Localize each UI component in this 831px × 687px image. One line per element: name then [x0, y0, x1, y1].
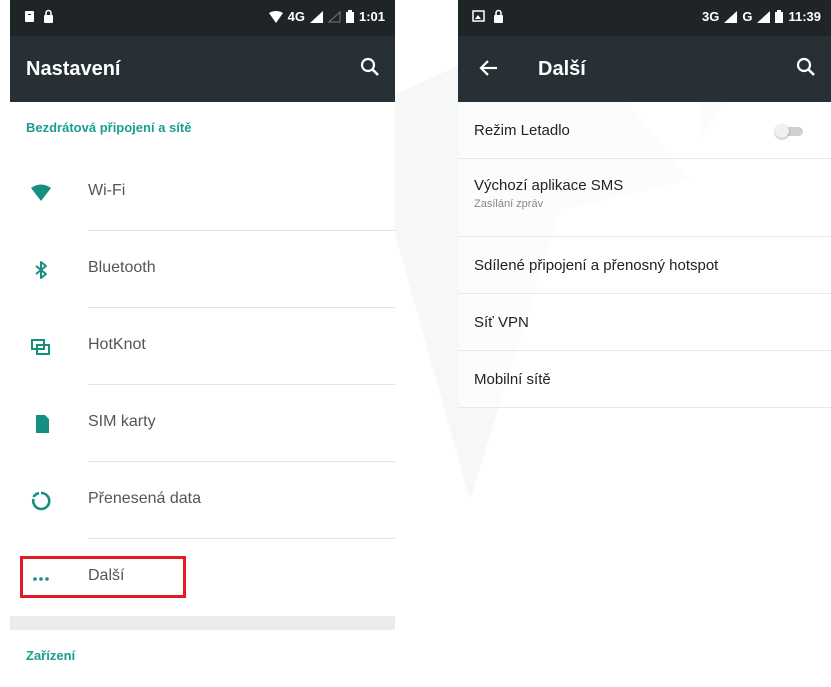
settings-item-label: Přenesená data: [88, 490, 201, 507]
section-header-wireless: Bezdrátová připojení a sítě: [26, 120, 192, 135]
battery-icon: [345, 10, 354, 23]
wifi-status-icon: [268, 10, 283, 23]
network-type-2: G: [742, 9, 753, 24]
signal-icon: [309, 10, 323, 23]
settings-item-label: SIM karty: [88, 413, 156, 430]
bluetooth-icon: [35, 261, 47, 279]
lock-icon: [494, 9, 503, 23]
more-screen: 3G G 11:39 Další Režim Letadlo Výchozí a…: [458, 0, 831, 687]
list-item-vpn[interactable]: Síť VPN: [458, 294, 831, 351]
settings-item-label: Wi-Fi: [88, 182, 126, 199]
status-bar: 3G G 11:39: [458, 0, 831, 36]
search-icon[interactable]: [795, 56, 817, 78]
settings-item-data-usage[interactable]: Přenesená data: [10, 462, 395, 539]
section-header-device: Zařízení: [26, 648, 76, 663]
signal-icon: [724, 10, 738, 23]
clock: 11:39: [788, 9, 821, 24]
highlight-box: [20, 556, 186, 598]
image-notification-icon: [472, 10, 485, 22]
network-type: 4G: [287, 9, 305, 24]
airplane-mode-toggle[interactable]: [775, 124, 805, 138]
data-usage-icon: [31, 491, 51, 511]
lock-icon: [44, 9, 53, 23]
network-type: 3G: [701, 9, 720, 24]
settings-item-more[interactable]: Další: [10, 539, 395, 616]
notification-icon: [25, 11, 34, 22]
list-item-default-sms[interactable]: Výchozí aplikace SMS Zasílání zpráv: [458, 159, 831, 237]
list-item-airplane-mode[interactable]: Režim Letadlo: [458, 102, 831, 159]
list-item-label: Výchozí aplikace SMS: [474, 177, 624, 194]
settings-item-wifi[interactable]: Wi-Fi: [10, 154, 395, 231]
list-item-label: Mobilní sítě: [474, 371, 551, 388]
clock: 1:01: [358, 9, 385, 24]
signal-icon-2: [757, 10, 771, 23]
settings-item-label: HotKnot: [88, 336, 146, 353]
page-title: Nastavení: [26, 58, 121, 80]
battery-icon: [775, 10, 784, 23]
back-arrow-icon[interactable]: [478, 57, 500, 79]
list-item-label: Sdílené připojení a přenosný hotspot: [474, 257, 719, 274]
list-item-label: Síť VPN: [474, 314, 529, 331]
search-icon[interactable]: [359, 56, 381, 78]
list-item-tethering-hotspot[interactable]: Sdílené připojení a přenosný hotspot: [458, 237, 831, 294]
page-title: Další: [538, 58, 586, 80]
list-item-subtitle: Zasílání zpráv: [474, 198, 544, 210]
wifi-icon: [31, 184, 51, 201]
toggle-thumb: [775, 124, 789, 138]
sim-card-icon: [36, 415, 49, 433]
settings-item-hotknot[interactable]: HotKnot: [10, 308, 395, 385]
app-bar: Nastavení: [10, 36, 395, 102]
hotknot-icon: [31, 339, 50, 355]
section-separator: [10, 616, 395, 630]
settings-item-bluetooth[interactable]: Bluetooth: [10, 231, 395, 308]
settings-screen: 4G 1:01 Nastavení Bezdrátová připojení a…: [10, 0, 395, 687]
app-bar: Další: [458, 36, 831, 102]
signal-empty-icon: [327, 10, 341, 22]
list-item-mobile-networks[interactable]: Mobilní sítě: [458, 351, 831, 408]
status-bar: 4G 1:01: [10, 0, 395, 36]
settings-item-sim[interactable]: SIM karty: [10, 385, 395, 462]
list-item-label: Režim Letadlo: [474, 122, 570, 139]
settings-item-label: Bluetooth: [88, 259, 156, 276]
